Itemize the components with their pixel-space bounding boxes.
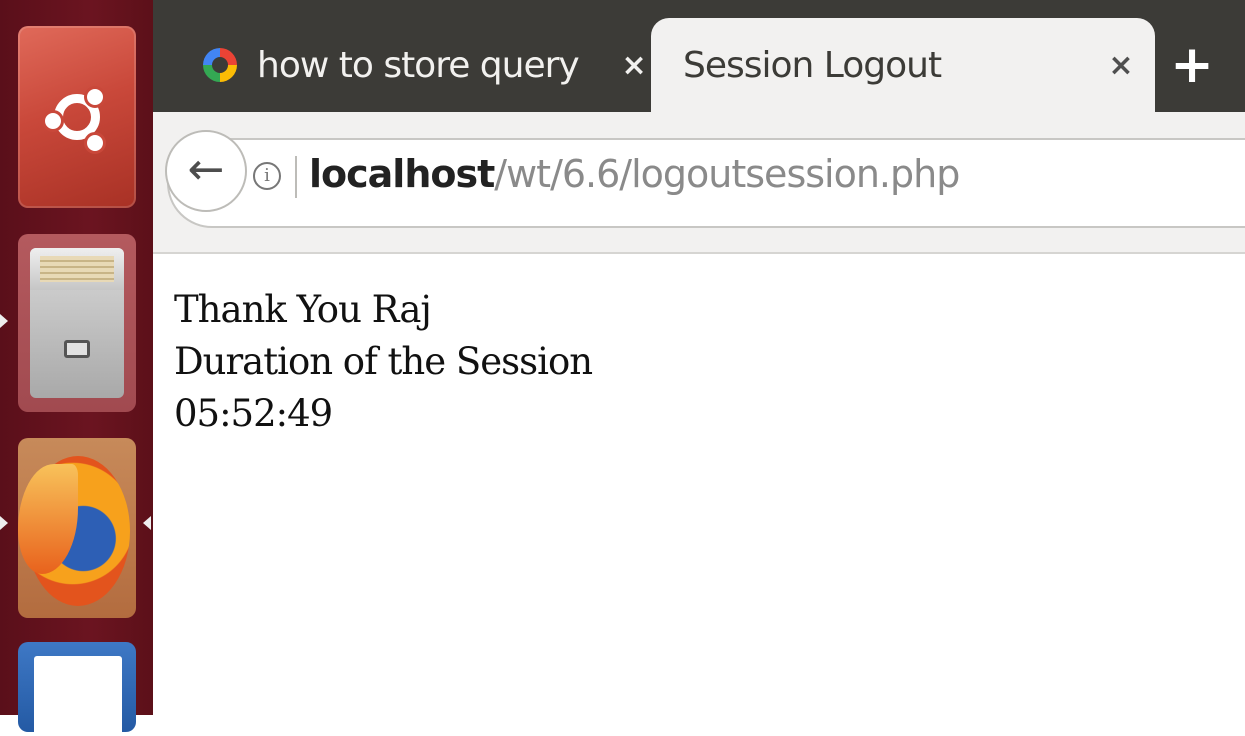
launcher-running-indicator: [0, 314, 8, 328]
url-host: localhost: [309, 152, 495, 196]
launcher-running-indicator: [0, 516, 8, 530]
navigation-bar: ← i localhost/wt/6.6/logoutsession.php: [153, 112, 1245, 254]
ubuntu-logo-dot: [84, 132, 106, 154]
url-text[interactable]: localhost/wt/6.6/logoutsession.php: [309, 152, 960, 196]
tab-google-search[interactable]: how to store query i... ×: [183, 18, 653, 112]
page-content: Thank You Raj Duration of the Session 05…: [174, 284, 593, 440]
firefox-launcher-button[interactable]: [18, 438, 136, 618]
thank-you-text: Thank You Raj: [174, 288, 432, 331]
info-icon[interactable]: i: [253, 162, 281, 190]
writer-icon: [34, 656, 122, 736]
launcher-focus-indicator: [143, 516, 151, 530]
writer-launcher-button[interactable]: [18, 642, 136, 736]
duration-value: 05:52:49: [174, 392, 333, 435]
new-tab-button[interactable]: +: [1165, 38, 1219, 92]
google-g-icon: [203, 48, 237, 82]
unity-launcher: [0, 0, 153, 736]
tab-label: how to store query i...: [257, 44, 589, 86]
files-icon: [30, 248, 124, 398]
close-icon[interactable]: ×: [1101, 48, 1141, 83]
duration-label: Duration of the Session: [174, 340, 593, 383]
ubuntu-dash-button[interactable]: [18, 26, 136, 208]
tab-strip: how to store query i... × Session Logout…: [153, 0, 1245, 112]
ubuntu-logo-dot: [42, 110, 64, 132]
ubuntu-logo-dot: [84, 86, 106, 108]
close-icon[interactable]: ×: [615, 48, 653, 83]
url-separator: [295, 156, 297, 198]
back-button[interactable]: ←: [165, 130, 247, 212]
files-launcher-button[interactable]: [18, 234, 136, 412]
tab-label: Session Logout: [683, 44, 942, 86]
tab-session-logout[interactable]: Session Logout ×: [651, 18, 1155, 112]
url-path: /wt/6.6/logoutsession.php: [494, 152, 960, 196]
